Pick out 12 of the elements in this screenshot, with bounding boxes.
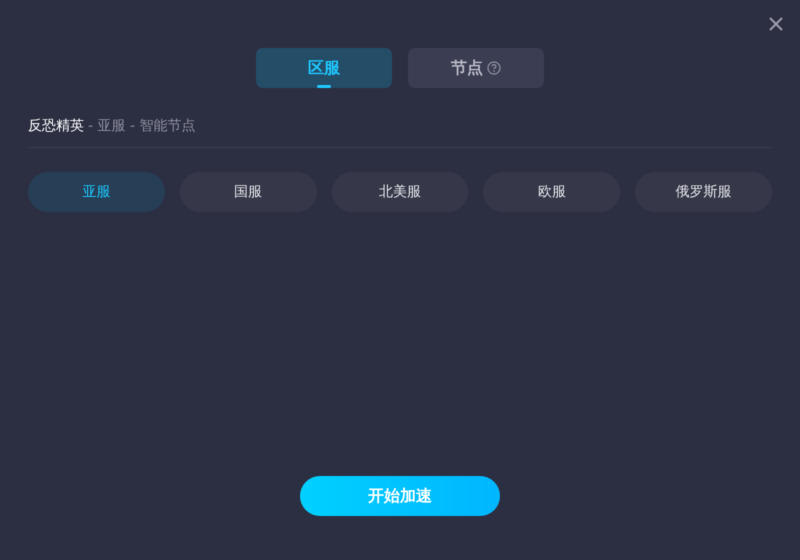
tab[interactable]: 区服 bbox=[256, 48, 392, 88]
region-option[interactable]: 亚服 bbox=[28, 172, 165, 212]
region-option[interactable]: 俄罗斯服 bbox=[635, 172, 772, 212]
active-indicator bbox=[317, 85, 331, 88]
help-icon[interactable] bbox=[487, 61, 501, 75]
tab[interactable]: 节点 bbox=[408, 48, 544, 88]
region-option[interactable]: 北美服 bbox=[332, 172, 468, 212]
selection-path: - 亚服 - 智能节点 bbox=[88, 117, 196, 135]
close-icon[interactable] bbox=[768, 16, 784, 32]
region-option[interactable]: 国服 bbox=[180, 172, 317, 212]
game-name: 反恐精英 bbox=[28, 117, 84, 135]
region-option[interactable]: 欧服 bbox=[483, 172, 620, 212]
